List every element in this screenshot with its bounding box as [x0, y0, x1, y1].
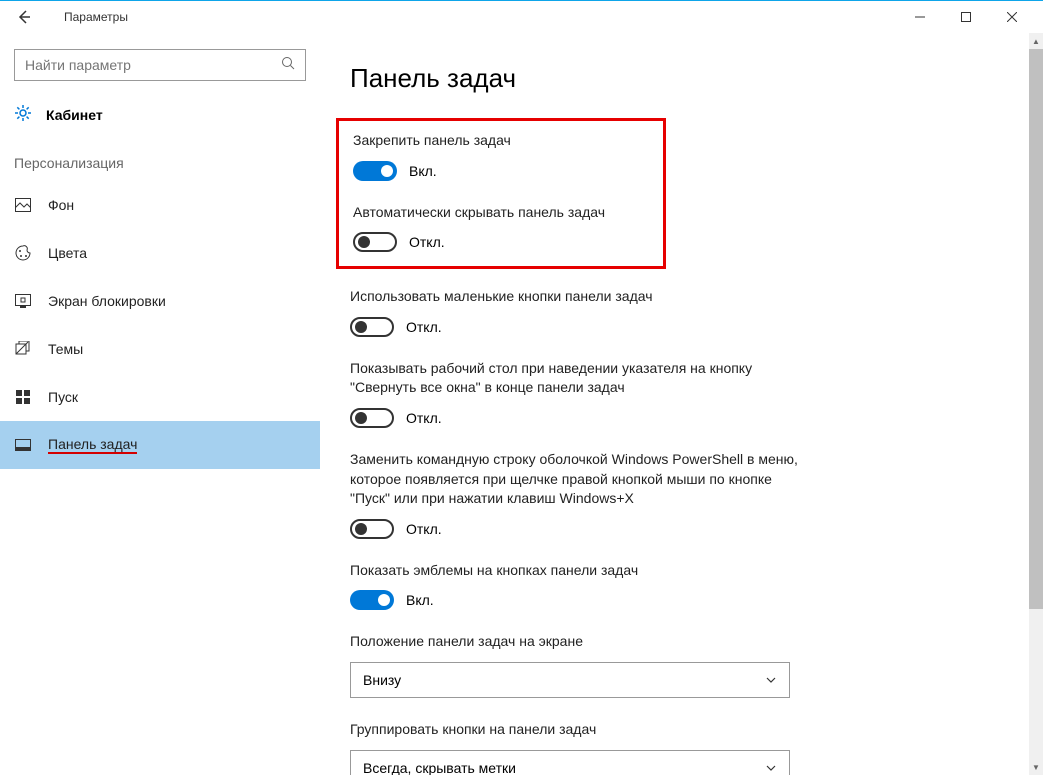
sidebar-item-lockscreen[interactable]: Экран блокировки — [0, 277, 320, 325]
setting-autohide: Автоматически скрывать панель задач Откл… — [353, 203, 649, 253]
home-row[interactable]: Кабинет — [0, 95, 320, 135]
setting-label: Группировать кнопки на панели задач — [350, 720, 800, 740]
nav-label: Фон — [48, 197, 74, 213]
sidebar-item-start[interactable]: Пуск — [0, 373, 320, 421]
sidebar-item-colors[interactable]: Цвета — [0, 229, 320, 277]
nav-label: Темы — [48, 341, 83, 357]
setting-powershell: Заменить командную строку оболочкой Wind… — [350, 450, 800, 539]
nav-label: Пуск — [48, 389, 78, 405]
dropdown-taskbar-location[interactable]: Внизу — [350, 662, 790, 698]
setting-label: Автоматически скрывать панель задач — [353, 203, 649, 223]
setting-label: Показывать рабочий стол при наведении ук… — [350, 359, 800, 398]
nav-label: Цвета — [48, 245, 87, 261]
scroll-down-arrow[interactable]: ▼ — [1029, 759, 1043, 775]
toggle-powershell[interactable] — [350, 519, 394, 539]
window-controls — [897, 1, 1035, 33]
arrow-left-icon — [16, 9, 32, 25]
lockscreen-icon — [14, 294, 32, 308]
dropdown-value: Внизу — [363, 672, 401, 688]
taskbar-icon — [14, 439, 32, 451]
toggle-lock-taskbar[interactable] — [353, 161, 397, 181]
main-content: Панель задач Закрепить панель задач Вкл.… — [320, 33, 1043, 775]
toggle-state-text: Откл. — [406, 521, 442, 537]
toggle-state-text: Вкл. — [409, 163, 437, 179]
maximize-button[interactable] — [943, 1, 989, 33]
scroll-thumb[interactable] — [1029, 49, 1043, 609]
search-box[interactable] — [14, 49, 306, 81]
close-button[interactable] — [989, 1, 1035, 33]
chevron-down-icon — [765, 674, 777, 686]
setting-taskbar-location: Положение панели задач на экране Внизу — [350, 632, 800, 698]
category-label: Персонализация — [0, 135, 320, 181]
setting-lock-taskbar: Закрепить панель задач Вкл. — [353, 131, 649, 181]
highlight-annotation: Закрепить панель задач Вкл. Автоматическ… — [336, 118, 666, 269]
titlebar: Параметры — [0, 1, 1043, 33]
start-icon — [14, 390, 32, 404]
setting-label: Положение панели задач на экране — [350, 632, 800, 652]
search-input[interactable] — [25, 57, 281, 73]
nav-label: Экран блокировки — [48, 293, 166, 309]
setting-badges: Показать эмблемы на кнопках панели задач… — [350, 561, 800, 611]
scroll-up-arrow[interactable]: ▲ — [1029, 33, 1043, 49]
toggle-small-buttons[interactable] — [350, 317, 394, 337]
gear-icon — [14, 104, 32, 127]
toggle-peek-desktop[interactable] — [350, 408, 394, 428]
sidebar-item-taskbar[interactable]: Панель задач — [0, 421, 320, 469]
nav-label: Панель задач — [48, 436, 137, 454]
setting-label: Закрепить панель задач — [353, 131, 649, 151]
toggle-badges[interactable] — [350, 590, 394, 610]
picture-icon — [14, 198, 32, 212]
minimize-button[interactable] — [897, 1, 943, 33]
sidebar-item-themes[interactable]: Темы — [0, 325, 320, 373]
scrollbar[interactable]: ▲ ▼ — [1029, 33, 1043, 775]
close-icon — [1007, 12, 1017, 22]
toggle-state-text: Откл. — [409, 234, 445, 250]
sidebar: Кабинет Персонализация Фон Цвета Экран б… — [0, 33, 320, 775]
chevron-down-icon — [765, 762, 777, 774]
setting-small-buttons: Использовать маленькие кнопки панели зад… — [350, 287, 800, 337]
setting-label: Использовать маленькие кнопки панели зад… — [350, 287, 800, 307]
back-button[interactable] — [8, 1, 40, 33]
sidebar-item-background[interactable]: Фон — [0, 181, 320, 229]
home-label: Кабинет — [46, 107, 103, 123]
setting-label: Показать эмблемы на кнопках панели задач — [350, 561, 800, 581]
toggle-state-text: Откл. — [406, 410, 442, 426]
maximize-icon — [961, 12, 971, 22]
search-icon — [281, 56, 295, 75]
toggle-state-text: Откл. — [406, 319, 442, 335]
setting-combine-buttons: Группировать кнопки на панели задач Всег… — [350, 720, 800, 775]
themes-icon — [14, 341, 32, 357]
dropdown-combine-buttons[interactable]: Всегда, скрывать метки — [350, 750, 790, 775]
dropdown-value: Всегда, скрывать метки — [363, 760, 516, 775]
setting-peek-desktop: Показывать рабочий стол при наведении ук… — [350, 359, 800, 428]
setting-label: Заменить командную строку оболочкой Wind… — [350, 450, 800, 509]
window-title: Параметры — [64, 10, 128, 24]
toggle-state-text: Вкл. — [406, 592, 434, 608]
minimize-icon — [915, 12, 925, 22]
palette-icon — [14, 245, 32, 261]
toggle-autohide[interactable] — [353, 232, 397, 252]
page-title: Панель задач — [350, 63, 1013, 94]
